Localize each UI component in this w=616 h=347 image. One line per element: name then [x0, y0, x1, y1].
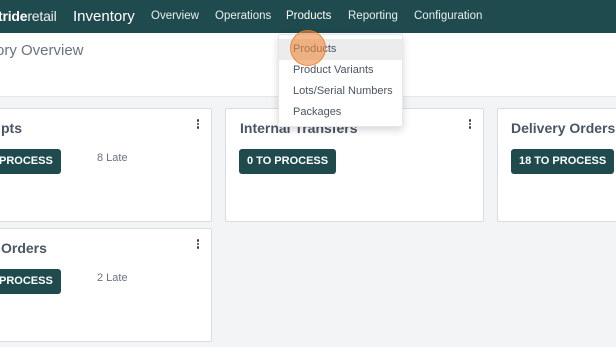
card-orders-menu-icon[interactable]: [193, 238, 203, 252]
card-delivery-orders-process-button[interactable]: 18 TO PROCESS: [511, 149, 615, 174]
card-orders-late-link[interactable]: 2 Late: [97, 272, 128, 284]
card-receipts-menu-icon[interactable]: [193, 118, 203, 132]
brand-logo[interactable]: trideretail: [0, 8, 57, 24]
menu-item-lots-serial-numbers[interactable]: Lots/Serial Numbers: [279, 81, 402, 102]
top-navbar: trideretail Inventory Overview Operation…: [0, 0, 616, 33]
card-orders-process-button[interactable]: PROCESS: [0, 269, 61, 294]
card-orders-title[interactable]: Orders: [1, 240, 47, 256]
nav-reporting[interactable]: Reporting: [348, 10, 398, 22]
card-delivery-orders-title[interactable]: Delivery Orders: [511, 120, 615, 136]
nav-overview[interactable]: Overview: [151, 10, 199, 22]
card-receipts-late-link[interactable]: 8 Late: [97, 152, 128, 164]
menu-item-product-variants[interactable]: Product Variants: [279, 60, 402, 81]
card-receipts-title[interactable]: pts: [1, 120, 22, 136]
card-receipts: pts PROCESS 8 Late: [0, 108, 212, 222]
nav-products[interactable]: Products: [286, 10, 331, 22]
nav-operations[interactable]: Operations: [215, 10, 271, 22]
page-title[interactable]: ory Overview: [0, 42, 84, 59]
menu-item-products[interactable]: Products: [279, 39, 402, 60]
menu-item-packages[interactable]: Packages: [279, 102, 402, 123]
app-name[interactable]: Inventory: [73, 8, 135, 25]
products-dropdown-menu: Products Product Variants Lots/Serial Nu…: [278, 34, 403, 127]
card-internal-transfers-menu-icon[interactable]: [465, 118, 475, 132]
card-orders: Orders PROCESS 2 Late: [0, 228, 212, 342]
brand-logo-bold: tride: [0, 8, 28, 24]
card-internal-transfers-process-button[interactable]: 0 TO PROCESS: [239, 149, 337, 174]
card-receipts-process-button[interactable]: PROCESS: [0, 149, 61, 174]
card-delivery-orders: Delivery Orders 18 TO PROCESS: [497, 108, 616, 222]
brand-logo-rest: retail: [27, 8, 57, 24]
nav-configuration[interactable]: Configuration: [414, 10, 482, 22]
